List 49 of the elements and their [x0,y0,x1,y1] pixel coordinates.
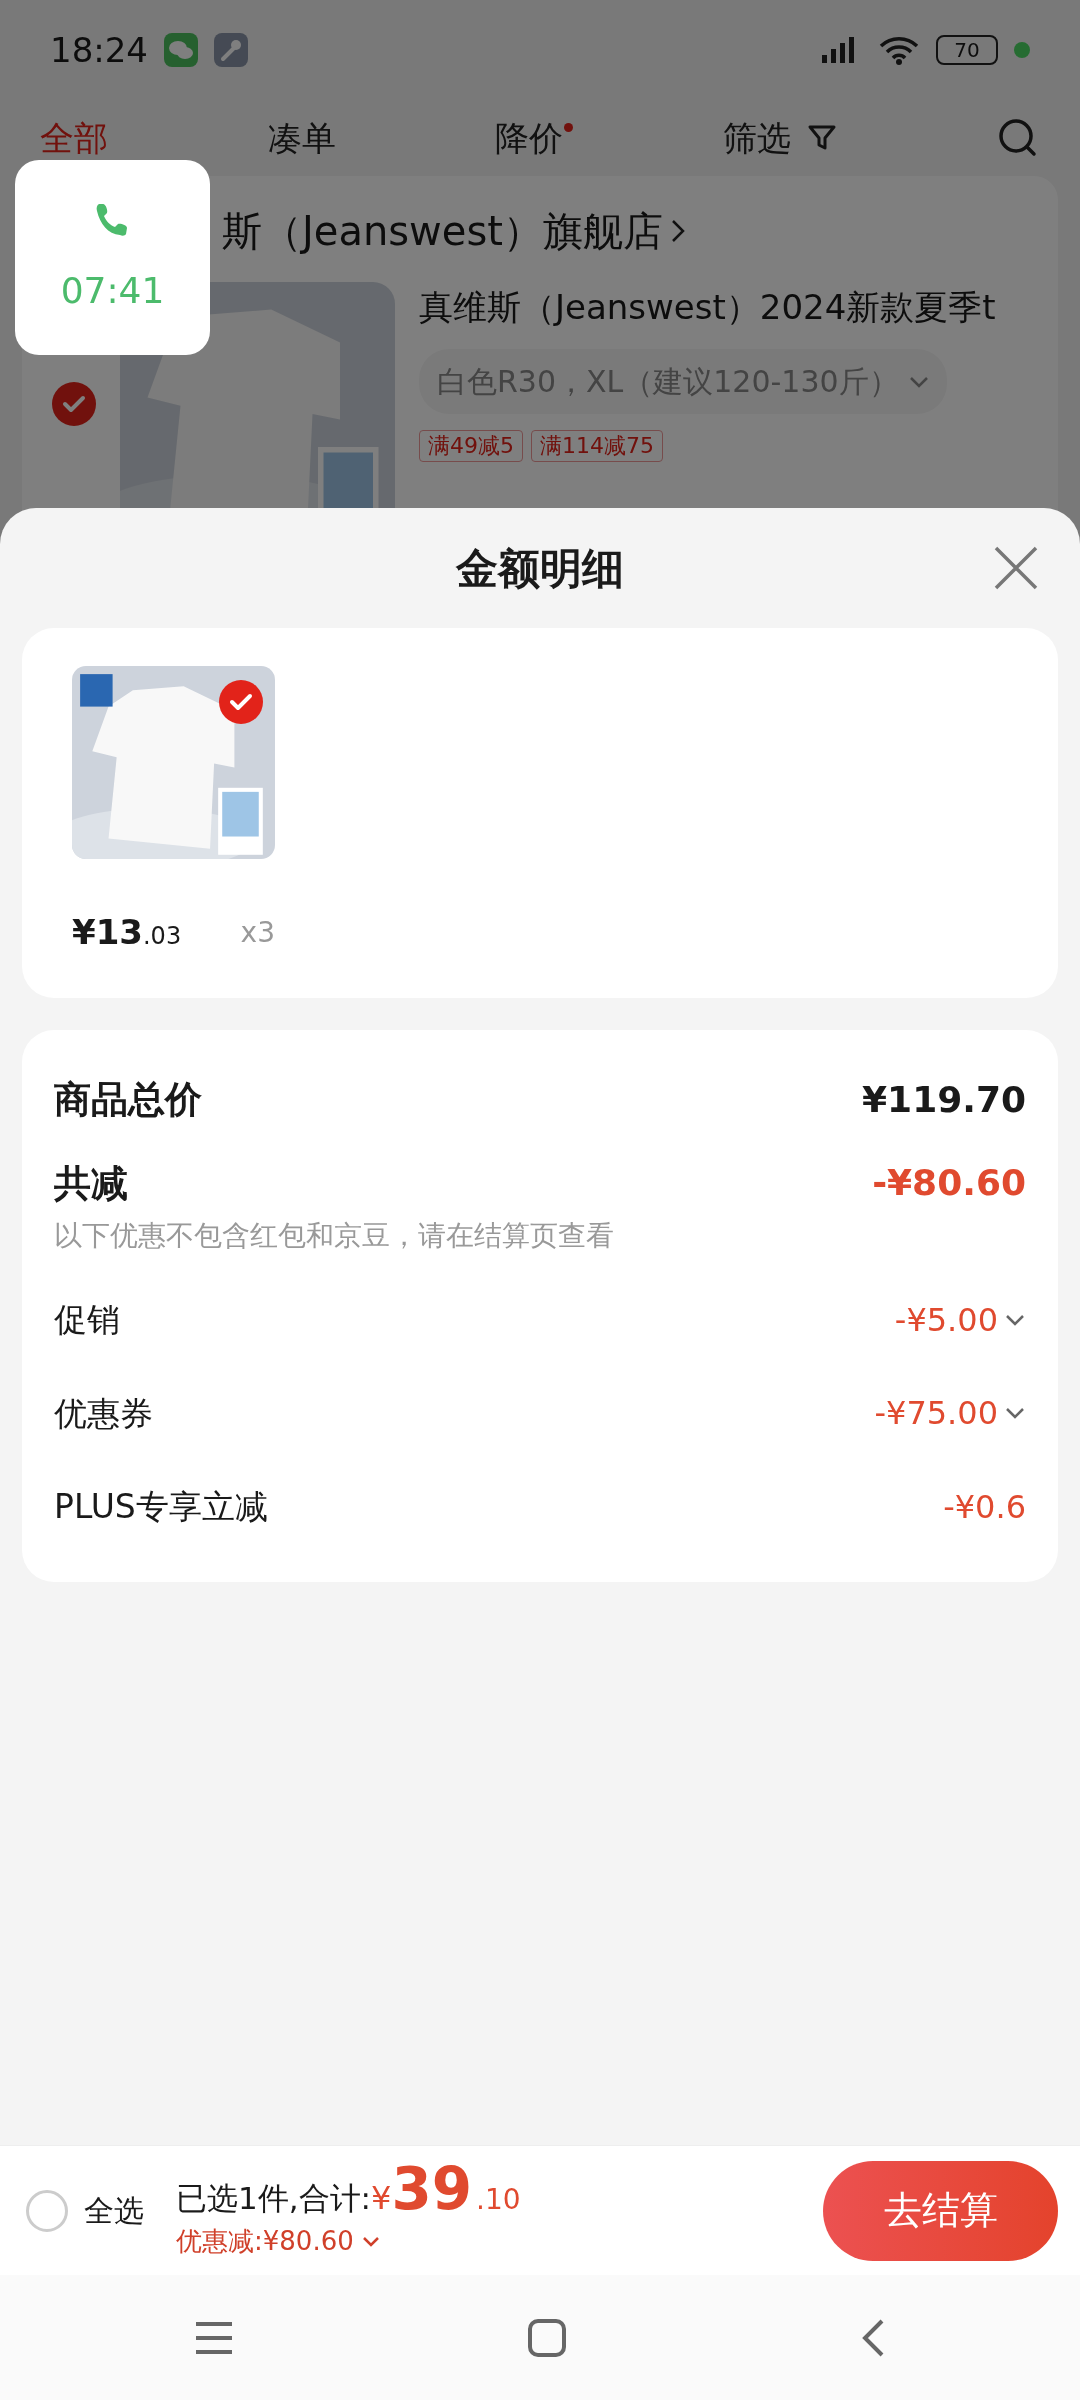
select-all-label[interactable]: 全选 [84,2188,144,2233]
total-value: ¥119.70 [862,1077,1026,1122]
discount-value[interactable]: -¥5.00 [894,1295,998,1344]
filter-tab[interactable]: 筛选 [722,118,791,158]
currency-symbol: ¥ [371,2178,392,2219]
chevron-right-icon [670,219,685,243]
checkmark-icon [62,395,86,413]
wifi-icon [878,35,920,65]
product-title[interactable]: 真维斯（Jeanswest）2024新款夏季t [419,282,996,333]
status-time: 18:24 [50,28,148,72]
discount-value: -¥80.60 [872,1161,1026,1206]
discount-value[interactable]: -¥75.00 [874,1389,998,1438]
discount-label: 促销 [54,1299,120,1341]
battery-indicator: 70 [936,35,998,65]
discount-label: 优惠券 [54,1392,153,1435]
menu-button[interactable] [194,2320,235,2355]
item-quantity: x3 [240,914,275,951]
chevron-down-icon[interactable] [1004,1406,1026,1421]
total-amount: 39 [391,2160,473,2218]
call-duration: 07:41 [60,268,165,313]
chevron-down-icon [908,375,929,388]
close-button[interactable] [992,544,1040,592]
select-all-checkbox[interactable] [26,2189,68,2232]
sheet-title: 金额明细 [456,542,624,595]
status-dot-icon [1014,42,1030,58]
chevron-down-icon[interactable] [361,2235,380,2248]
checkmark-icon [229,693,253,711]
total-cents: .10 [476,2182,521,2218]
selected-summary: 已选1件,合计: [176,2179,372,2218]
wrench-icon [214,33,248,67]
discount-note: 以下优惠不包含红包和京豆，请在结算页查看 [54,1218,615,1254]
home-button[interactable] [527,2317,567,2358]
store-name[interactable]: 斯（Jeanswest）旗舰店 [222,196,663,266]
discount-label: PLUS专享立减 [54,1486,268,1528]
filter-tab[interactable]: 凑单 [267,118,336,158]
discount-summary[interactable]: 优惠减:¥80.60 [176,2222,354,2261]
call-widget[interactable]: 07:41 [15,160,210,355]
discount-value: -¥0.6 [943,1486,1026,1528]
total-label: 商品总价 [54,1077,202,1123]
item-price: ¥13.03 [72,911,182,954]
chat-app-icon [164,33,198,67]
promo-tag: 满49减5 [419,430,523,462]
item-checkbox[interactable] [52,382,96,426]
chevron-down-icon[interactable] [1004,1312,1026,1327]
filter-tab[interactable]: 降价 [495,118,563,158]
discount-label: 共减 [54,1160,128,1207]
checkout-button[interactable]: 去结算 [823,2160,1058,2261]
filter-tab[interactable]: 全部 [40,118,108,158]
promo-tag: 满114减75 [531,430,663,462]
